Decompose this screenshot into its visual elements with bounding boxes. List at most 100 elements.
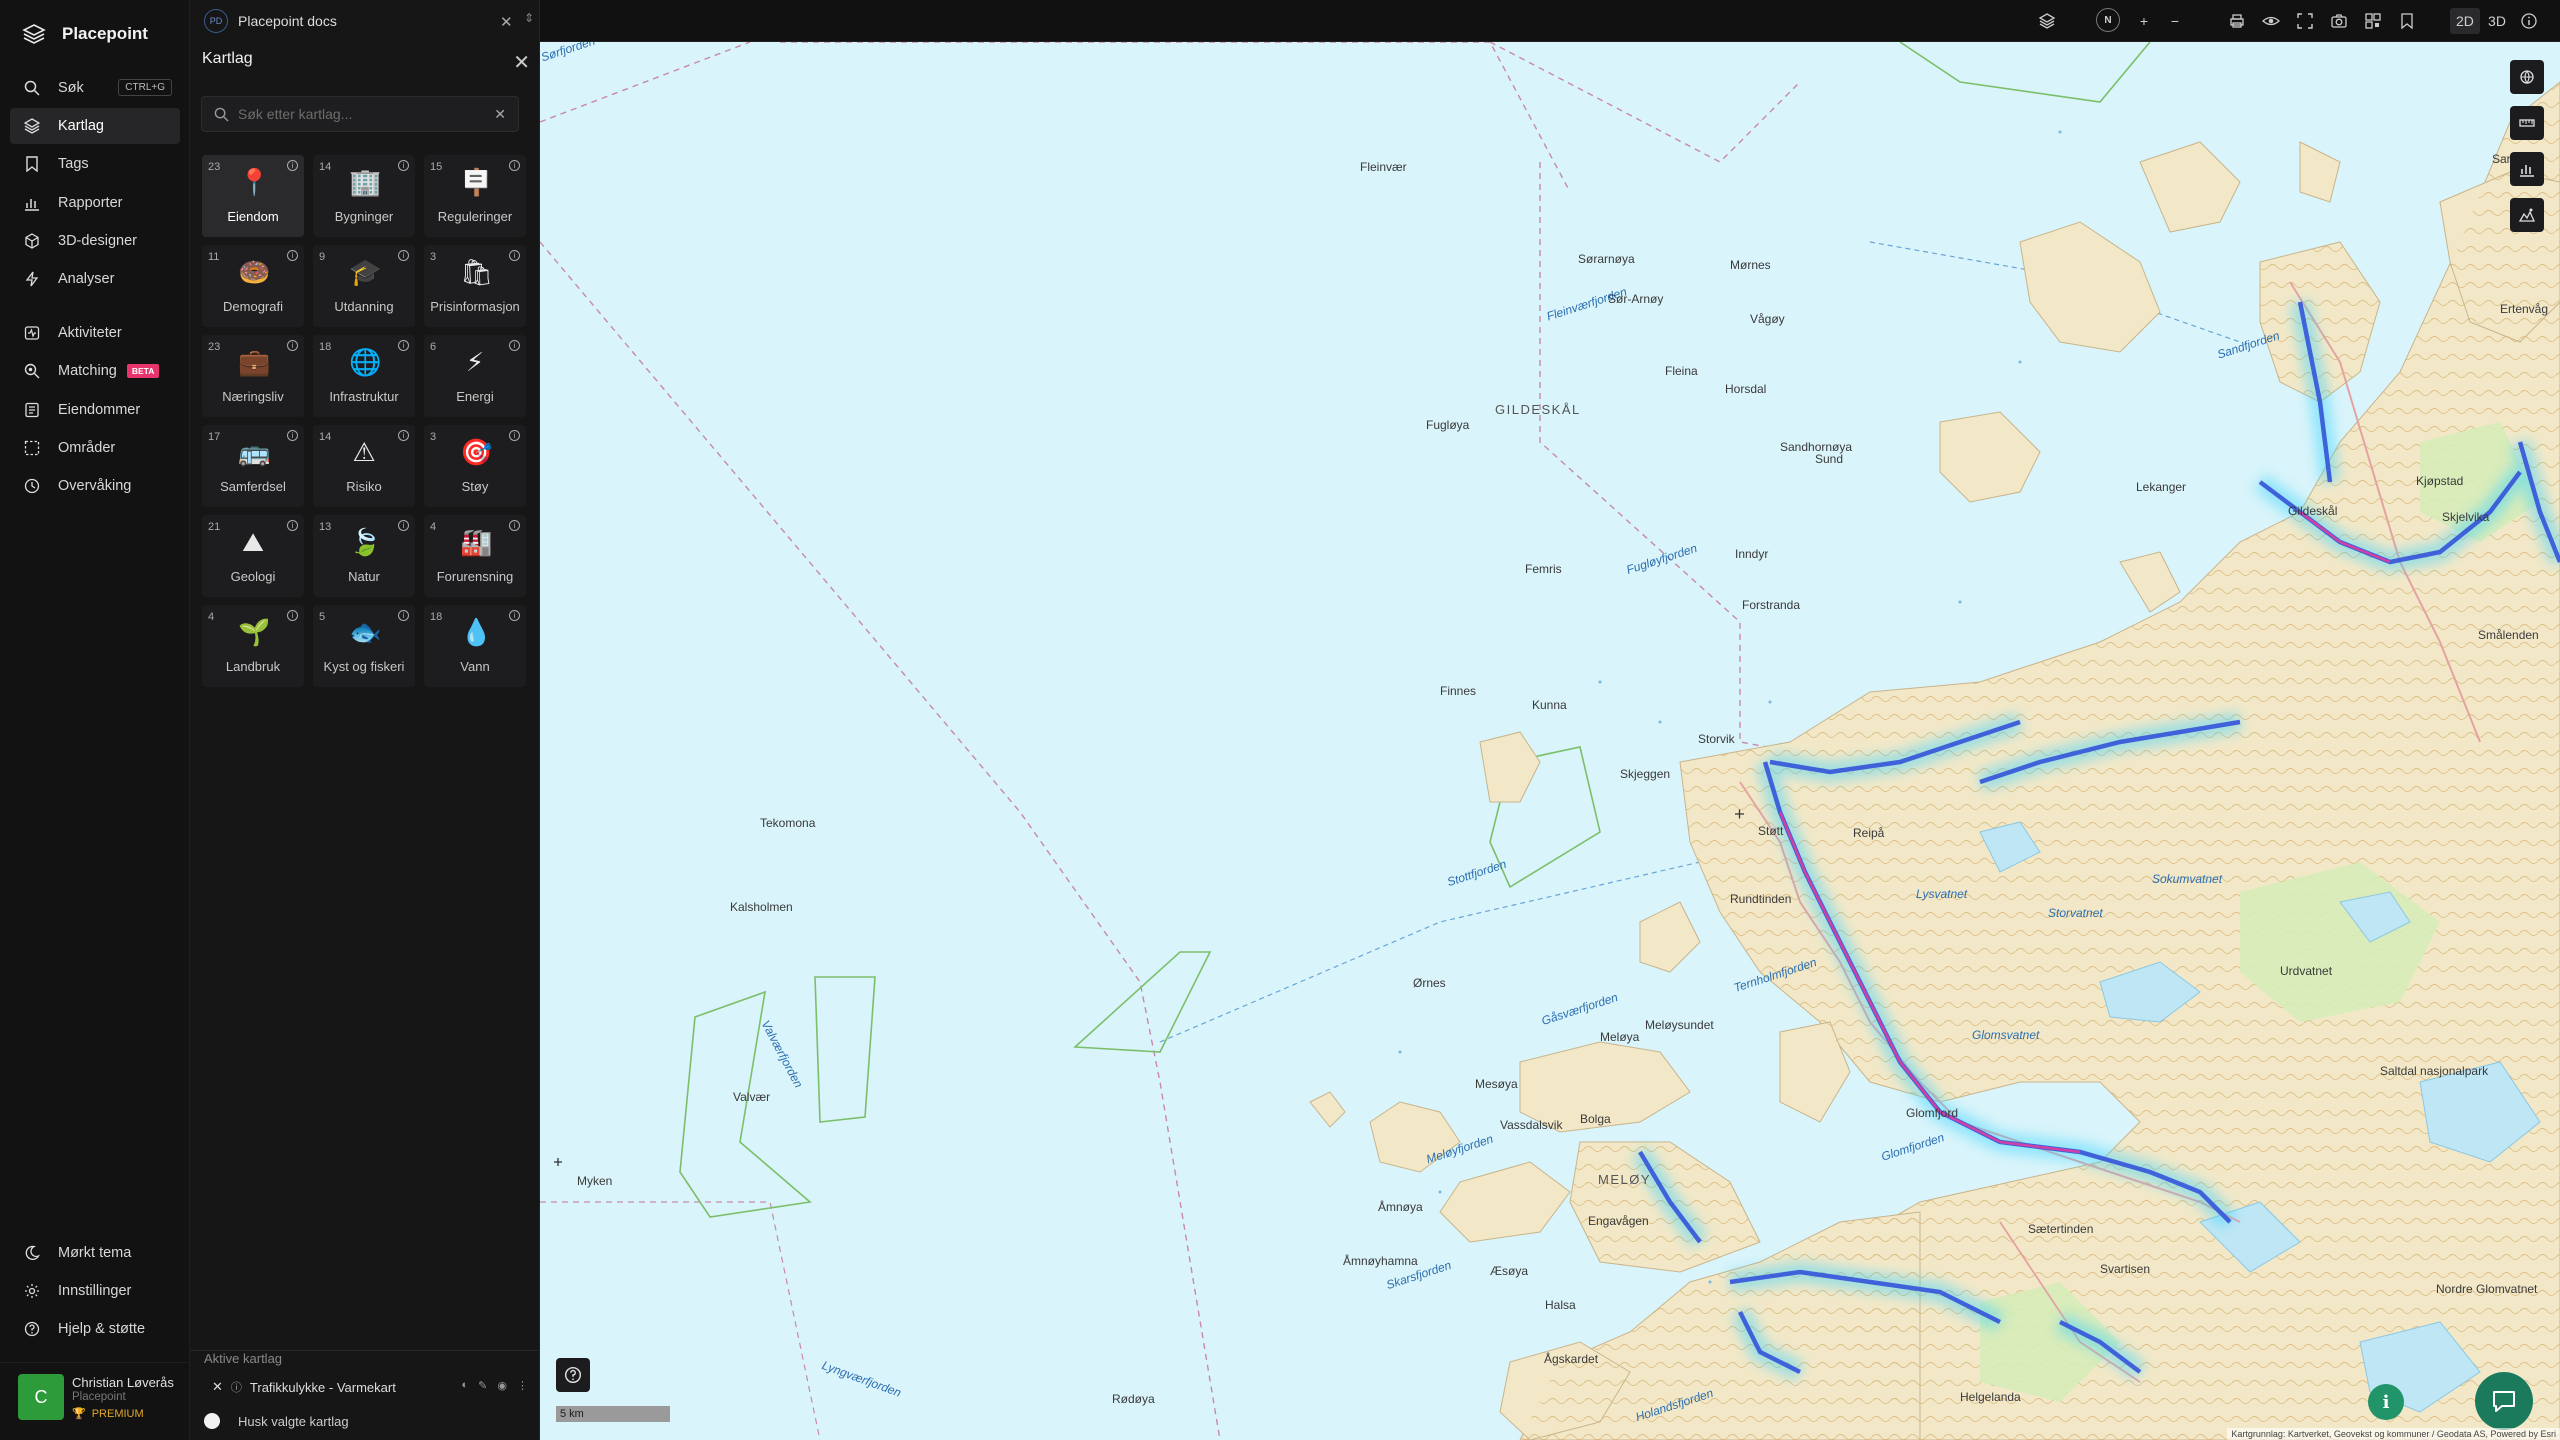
- layer-category-infrastruktur[interactable]: 18 i 🌐 Infrastruktur: [313, 335, 415, 417]
- category-count: 15: [430, 161, 443, 173]
- nav-item-matching[interactable]: Matching BETA: [10, 353, 180, 389]
- app-root: Placepoint Søk CTRL+G Kartlag Tags Rappo…: [0, 0, 2560, 1440]
- edit-icon[interactable]: ✎: [478, 1379, 487, 1392]
- nav-item-tags[interactable]: Tags: [10, 146, 180, 182]
- layer-category-kyst-og-fiskeri[interactable]: 5 i 🐟 Kyst og fiskeri: [313, 605, 415, 687]
- info-icon[interactable]: i: [509, 340, 520, 351]
- nav-label: 3D-designer: [58, 232, 137, 249]
- remove-layer-icon[interactable]: ✕: [212, 1379, 223, 1395]
- nav-item-dark-theme[interactable]: Mørkt tema: [10, 1235, 180, 1271]
- toggle-switch[interactable]: [204, 1413, 220, 1429]
- nav-item-overvaking[interactable]: Overvåking: [10, 468, 180, 504]
- layer-category-samferdsel[interactable]: 17 i 🚌 Samferdsel: [202, 425, 304, 507]
- map-label: Urdvatnet: [2280, 964, 2333, 978]
- print-button[interactable]: [2226, 8, 2248, 34]
- layer-category-næringsliv[interactable]: 23 i 💼 Næringsliv: [202, 335, 304, 417]
- info-icon[interactable]: i: [287, 520, 298, 531]
- layer-category-landbruk[interactable]: 4 i 🌱 Landbruk: [202, 605, 304, 687]
- layer-category-utdanning[interactable]: 9 i 🎓 Utdanning: [313, 245, 415, 327]
- info-icon[interactable]: i: [509, 520, 520, 531]
- layer-category-bygninger[interactable]: 14 i 🏢 Bygninger: [313, 155, 415, 237]
- map-info-bubble-button[interactable]: i: [2368, 1384, 2404, 1420]
- zoom-in-button[interactable]: +: [2133, 8, 2155, 34]
- layer-category-forurensning[interactable]: 4 i 🏭 Forurensning: [424, 515, 526, 597]
- layer-category-demografi[interactable]: 11 i 🍩 Demografi: [202, 245, 304, 327]
- printer-icon: [2230, 14, 2244, 28]
- fullscreen-button[interactable]: [2294, 8, 2316, 34]
- screenshot-button[interactable]: [2328, 8, 2350, 34]
- layers-stack-button[interactable]: [2036, 8, 2058, 34]
- info-icon[interactable]: i: [509, 250, 520, 261]
- map-canvas[interactable]: Fleinvær Fleinværfjorden Fleina Sørarnøya Sø…: [540, 42, 2560, 1440]
- layer-category-reguleringer[interactable]: 15 i 🪧 Reguleringer: [424, 155, 526, 237]
- zoom-out-button[interactable]: −: [2164, 8, 2186, 34]
- basemap-switch-button[interactable]: [2510, 60, 2544, 94]
- nav-item-aktiviteter[interactable]: Aktiviteter: [10, 315, 180, 351]
- layer-category-energi[interactable]: 6 i ⚡ Energi: [424, 335, 526, 417]
- close-panel-icon[interactable]: ✕: [513, 50, 530, 75]
- user-profile[interactable]: C Christian Løverås Placepoint 🏆 PREMIUM: [0, 1362, 190, 1440]
- map-label: Fugløya: [1426, 418, 1470, 432]
- info-icon[interactable]: ⓘ: [231, 1379, 242, 1395]
- mode-2d-button[interactable]: 2D: [2450, 8, 2480, 34]
- info-icon[interactable]: i: [398, 430, 409, 441]
- info-icon[interactable]: i: [398, 520, 409, 531]
- info-icon[interactable]: i: [509, 160, 520, 171]
- more-options-icon[interactable]: ⋮: [517, 1379, 528, 1392]
- bookmark-button[interactable]: [2396, 8, 2418, 34]
- category-label: Risiko: [346, 479, 382, 494]
- info-icon[interactable]: i: [287, 430, 298, 441]
- compass-north-button[interactable]: N: [2096, 8, 2120, 32]
- help-icon: [564, 1366, 582, 1384]
- active-layer-row[interactable]: ✕ ⓘ Trafikkulykke - Varmekart ◐ ✎ ◉ ⋮: [212, 1377, 528, 1397]
- nav-item-analyser[interactable]: Analyser: [10, 261, 180, 297]
- layer-search-input[interactable]: [238, 106, 498, 122]
- info-icon[interactable]: i: [509, 430, 520, 441]
- support-chat-button[interactable]: [2475, 1372, 2533, 1430]
- map-info-button[interactable]: [2518, 8, 2540, 34]
- terrain-profile-button[interactable]: [2510, 198, 2544, 232]
- qr-button[interactable]: [2362, 8, 2384, 34]
- info-icon[interactable]: i: [287, 610, 298, 621]
- brand[interactable]: Placepoint: [22, 20, 148, 48]
- info-icon[interactable]: i: [287, 340, 298, 351]
- map-label: Åmnøya: [1378, 1200, 1423, 1214]
- statistics-button[interactable]: [2510, 152, 2544, 186]
- info-icon[interactable]: i: [287, 250, 298, 261]
- opacity-icon[interactable]: ◐: [462, 1379, 469, 1392]
- info-icon[interactable]: i: [287, 160, 298, 171]
- layer-category-vann[interactable]: 18 i 💧 Vann: [424, 605, 526, 687]
- map-legend-help-button[interactable]: [556, 1358, 590, 1392]
- nav-item-rapporter[interactable]: Rapporter: [10, 185, 180, 221]
- nav-item-settings[interactable]: Innstillinger: [10, 1273, 180, 1309]
- map-label: Smålenden: [2478, 628, 2539, 642]
- info-icon[interactable]: i: [509, 610, 520, 621]
- layer-category-støy[interactable]: 3 i 🎯 Støy: [424, 425, 526, 507]
- chevron-updown-icon[interactable]: ⇕: [524, 11, 534, 25]
- layer-category-natur[interactable]: 13 i 🍃 Natur: [313, 515, 415, 597]
- mode-3d-button[interactable]: 3D: [2486, 8, 2508, 34]
- nav-item-kartlag[interactable]: Kartlag: [10, 108, 180, 145]
- visibility-eye-icon[interactable]: ◉: [497, 1379, 507, 1392]
- nav-item-eiendommer[interactable]: Eiendommer: [10, 392, 180, 428]
- layer-category-eiendom[interactable]: 23 i 📍 Eiendom: [202, 155, 304, 237]
- nav-item-help[interactable]: Hjelp & støtte: [10, 1311, 180, 1347]
- close-document-icon[interactable]: ✕: [500, 13, 513, 31]
- measure-button[interactable]: [2510, 106, 2544, 140]
- info-icon[interactable]: i: [398, 250, 409, 261]
- info-icon[interactable]: i: [398, 160, 409, 171]
- layer-category-geologi[interactable]: 21 i ⛰ Geologi: [202, 515, 304, 597]
- fullscreen-icon: [2297, 13, 2313, 29]
- nav-item-omrader[interactable]: Områder: [10, 430, 180, 466]
- nav-item-search[interactable]: Søk CTRL+G: [10, 70, 180, 106]
- view-button[interactable]: [2260, 8, 2282, 34]
- layer-category-risiko[interactable]: 14 i ⚠ Risiko: [313, 425, 415, 507]
- document-tab[interactable]: PD Placepoint docs ✕ ⇕: [204, 7, 534, 35]
- clear-search-icon[interactable]: ✕: [494, 106, 506, 123]
- layer-category-prisinformasjon[interactable]: 3 i 🛍 Prisinformasjon: [424, 245, 526, 327]
- info-icon[interactable]: i: [398, 340, 409, 351]
- map-label: Meløysundet: [1645, 1018, 1714, 1032]
- info-icon[interactable]: i: [398, 610, 409, 621]
- nav-item-3d-designer[interactable]: 3D-designer: [10, 223, 180, 259]
- remember-layers-toggle[interactable]: Husk valgte kartlag: [204, 1413, 349, 1429]
